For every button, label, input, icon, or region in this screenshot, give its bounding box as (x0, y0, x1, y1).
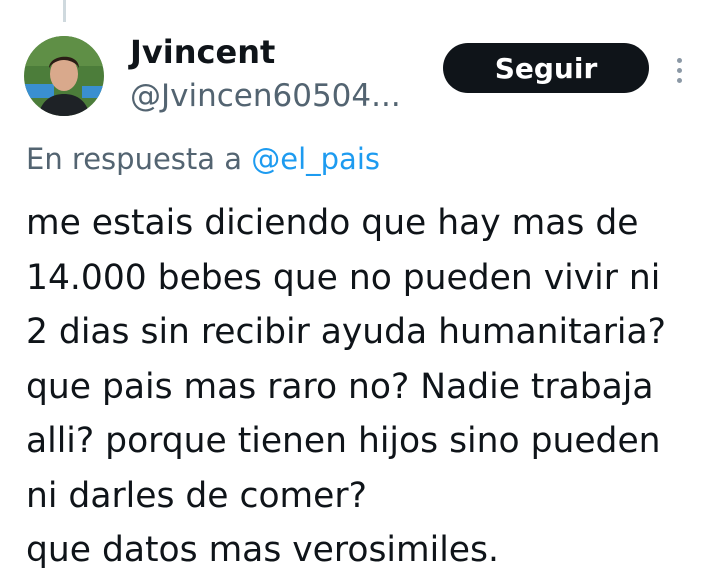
tweet-text: me estais diciendo que hay mas de 14.000… (26, 203, 666, 570)
avatar-photo (24, 36, 104, 116)
author-display-name[interactable]: Jvincent (130, 30, 275, 74)
reply-mention-link[interactable]: @el_pais (251, 142, 380, 176)
thread-connector-line (63, 0, 66, 22)
more-options-icon[interactable] (664, 50, 694, 90)
author-handle[interactable]: @Jvincen60504... (130, 74, 420, 118)
follow-button[interactable]: Seguir (443, 43, 649, 93)
dot (676, 57, 682, 63)
dot (676, 67, 682, 73)
reply-context-prefix: En respuesta a (26, 142, 252, 176)
avatar[interactable] (24, 36, 104, 116)
dot (676, 77, 682, 83)
reply-context: En respuesta a @el_pais (26, 138, 380, 180)
